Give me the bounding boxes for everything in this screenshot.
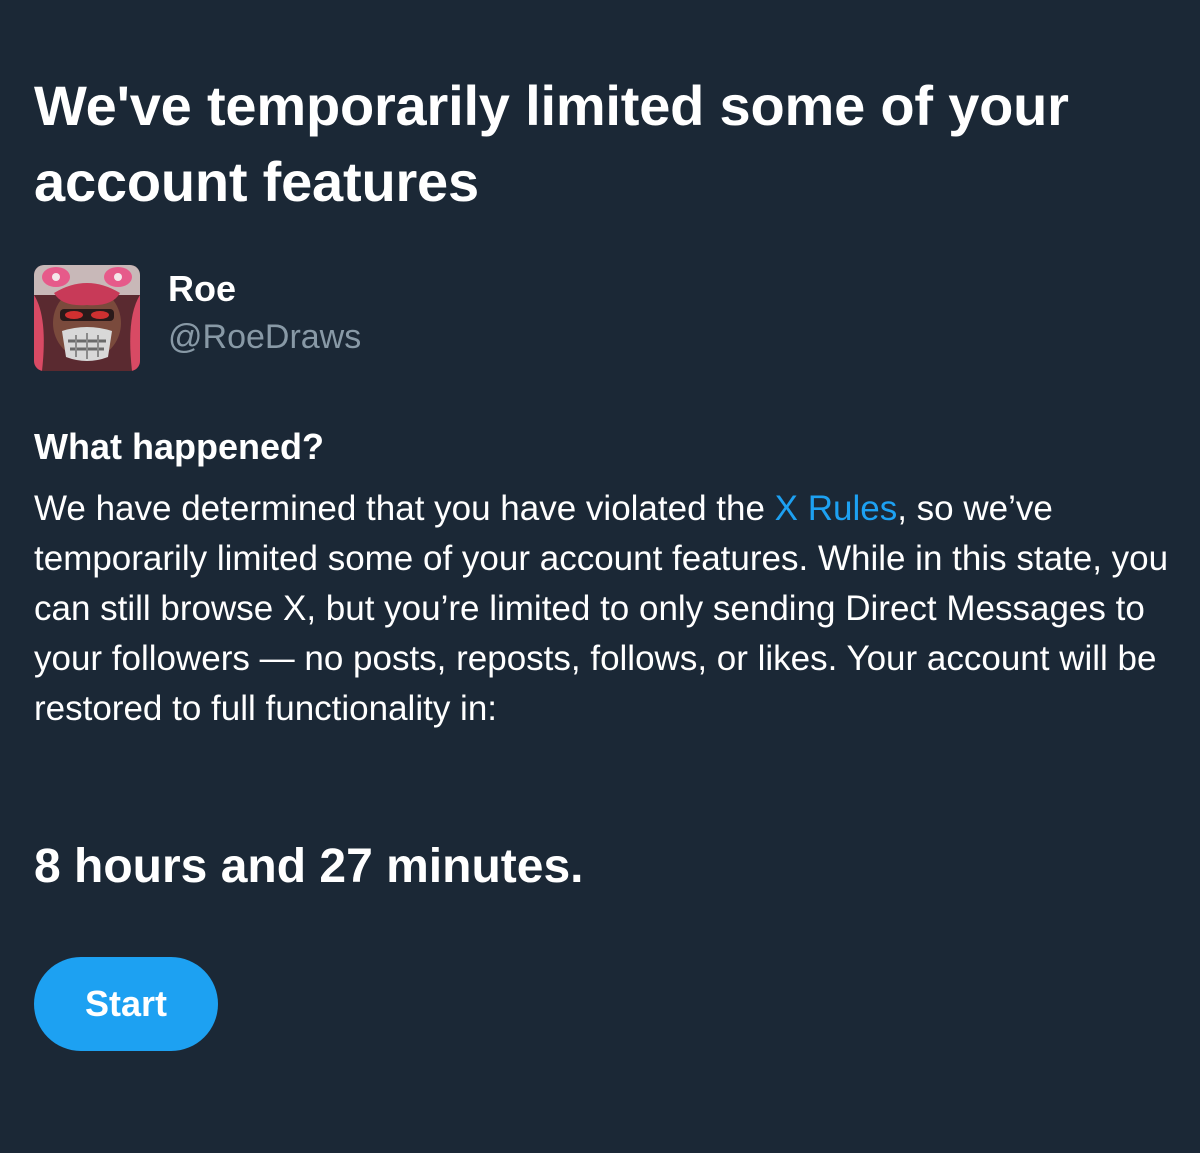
start-button[interactable]: Start: [34, 957, 218, 1051]
user-avatar-icon: [34, 265, 140, 371]
x-rules-link[interactable]: X Rules: [775, 489, 898, 528]
page-title: We've temporarily limited some of your a…: [34, 74, 1069, 213]
notice-body: We have determined that you have violate…: [34, 484, 1174, 734]
display-name: Roe: [168, 268, 237, 309]
section-heading: What happened?: [34, 426, 324, 467]
notice-text-before-link: We have determined that you have violate…: [34, 489, 775, 528]
account-card: Roe @RoeDraws: [34, 265, 634, 371]
user-handle: @RoeDraws: [168, 318, 362, 356]
restriction-countdown: 8 hours and 27 minutes.: [34, 840, 584, 893]
